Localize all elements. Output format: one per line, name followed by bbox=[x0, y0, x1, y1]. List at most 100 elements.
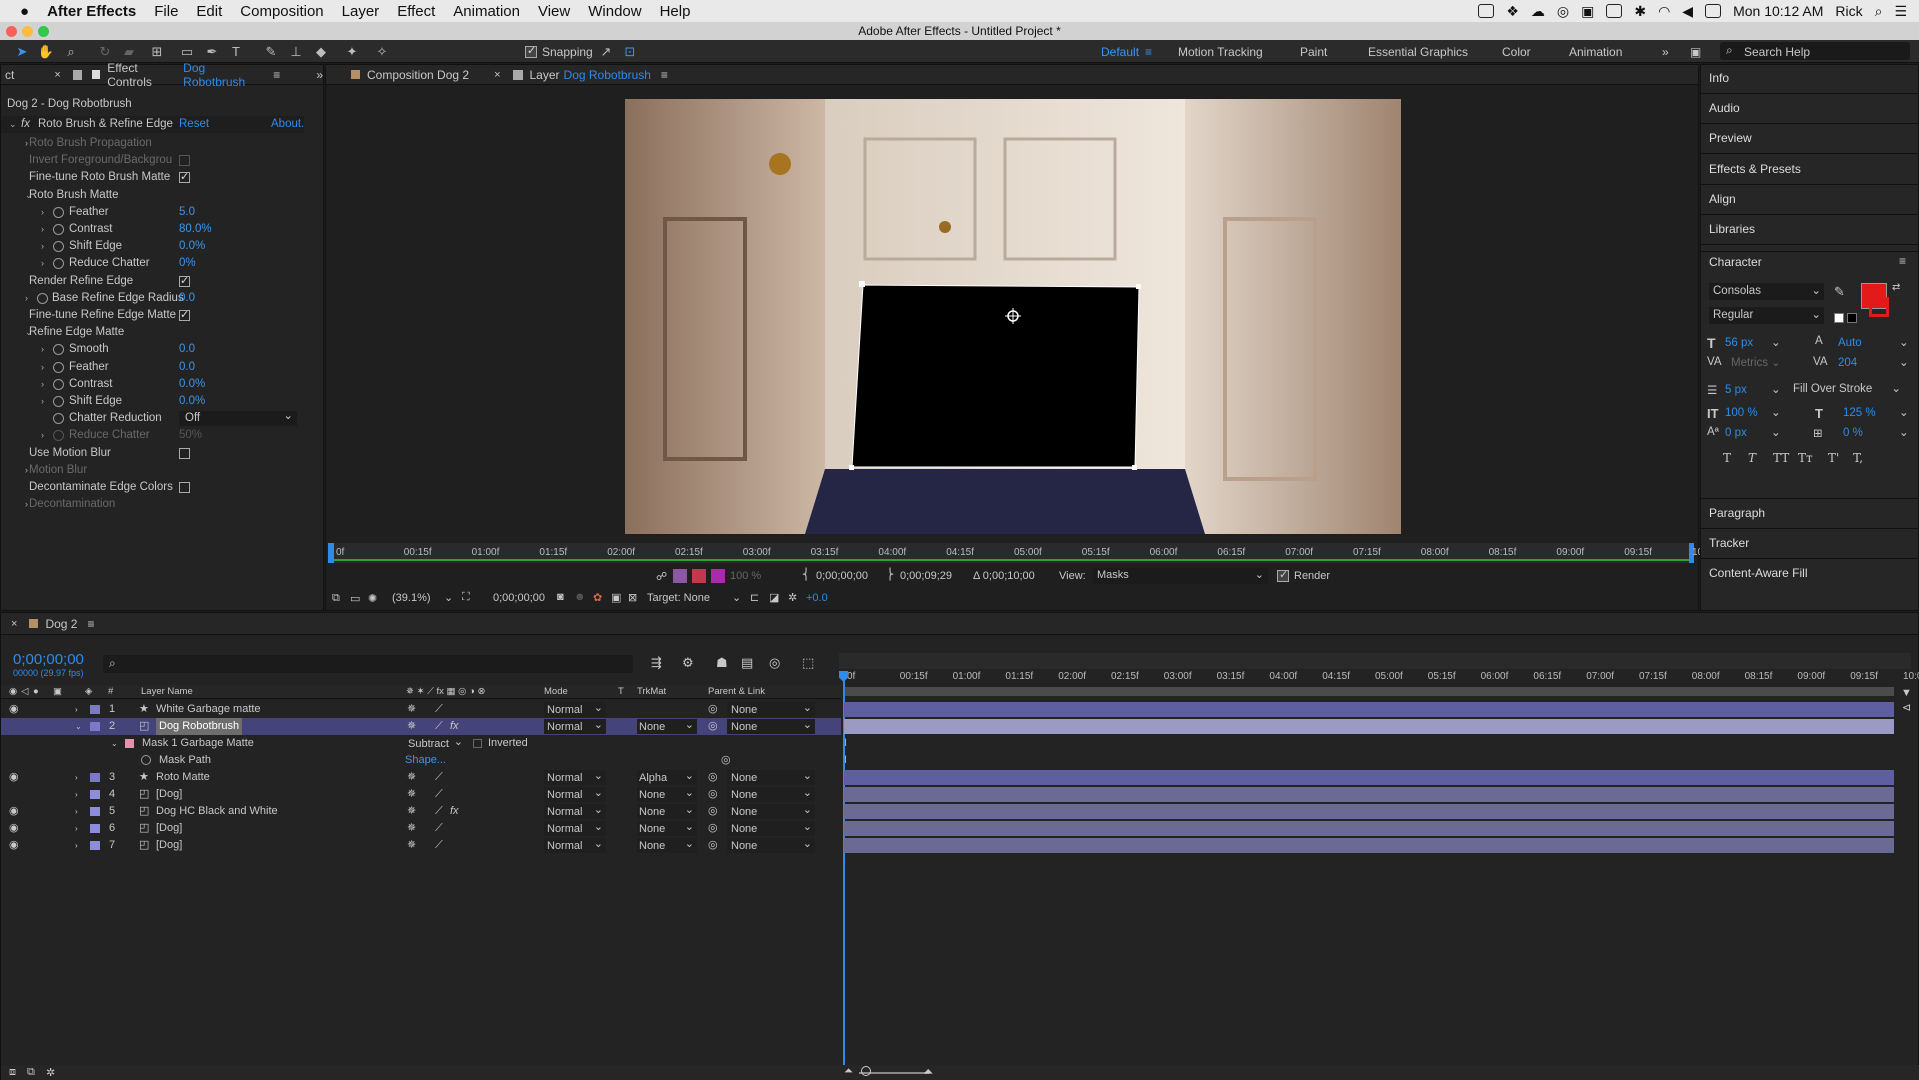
blend-mode-dropdown[interactable]: Normal ⌄ bbox=[544, 770, 606, 785]
kerning-chevron-icon[interactable]: ⌄ bbox=[1771, 355, 1781, 369]
layer-row[interactable]: ◉ › 5 ◰ Dog HC Black and White ✵ ⟋ fx Normal ⌄ Non… bbox=[1, 803, 841, 820]
menu-window[interactable]: Window bbox=[579, 3, 650, 20]
target-dropdown[interactable]: Target: None bbox=[647, 592, 710, 604]
panel-item-paragraph[interactable]: Paragraph bbox=[1701, 498, 1918, 527]
layer-tab-name[interactable]: Dog Robotbrush bbox=[564, 68, 651, 82]
zoom-dropdown[interactable]: (39.1%) bbox=[392, 592, 431, 604]
no-color-swatch[interactable] bbox=[1847, 313, 1857, 323]
parent-dropdown[interactable]: None ⌄ bbox=[727, 804, 815, 819]
label-color-swatch[interactable] bbox=[90, 841, 100, 850]
stroke-width-value[interactable]: 5 px bbox=[1725, 384, 1747, 396]
stopwatch-icon[interactable] bbox=[53, 258, 64, 270]
layer-name-header[interactable]: Layer Name bbox=[141, 685, 193, 699]
effect-property-row[interactable]: › Shift Edge 0.0% bbox=[1, 393, 321, 410]
stopwatch-icon[interactable] bbox=[53, 430, 64, 442]
color-overlay-icon[interactable] bbox=[711, 569, 725, 583]
all-caps-button[interactable]: TT bbox=[1773, 451, 1789, 465]
close-layer-tab-icon[interactable]: × bbox=[494, 69, 500, 81]
twirl-closed-icon[interactable]: › bbox=[75, 837, 78, 854]
exposure-value[interactable]: +0.0 bbox=[806, 592, 828, 604]
comp-end-marker-icon[interactable]: ▼ bbox=[1901, 687, 1912, 699]
kerning-value[interactable]: Metrics bbox=[1731, 357, 1768, 369]
effect-property-row[interactable]: › Decontamination bbox=[1, 496, 321, 513]
parent-dropdown[interactable]: None ⌄ bbox=[727, 702, 815, 717]
tracking-value[interactable]: 204 bbox=[1838, 357, 1857, 369]
stroke-width-chevron-icon[interactable]: ⌄ bbox=[1771, 382, 1781, 396]
eraser-tool-icon[interactable]: ◆ bbox=[312, 43, 330, 60]
blend-mode-dropdown[interactable]: Normal ⌄ bbox=[544, 804, 606, 819]
effect-property-row[interactable]: › Reduce Chatter 0% bbox=[1, 255, 321, 272]
layer-time-ruler[interactable]: 0f 00:15f 01:00f 01:15f 02:00f 02:15f 03:00f 03… bbox=[328, 543, 1711, 563]
collapse-switch-icon[interactable]: ✵ bbox=[407, 803, 416, 820]
menu-effect[interactable]: Effect bbox=[388, 3, 444, 20]
effect-property-checkbox[interactable] bbox=[179, 169, 190, 186]
quality-switch-icon[interactable]: ⟋ bbox=[435, 769, 443, 786]
pick-whip-icon[interactable]: ◎ bbox=[708, 786, 718, 803]
twirl-closed-icon[interactable]: › bbox=[25, 496, 28, 513]
effect-property-value[interactable]: 0.0% bbox=[179, 238, 205, 255]
eye-icon[interactable]: ◉ bbox=[9, 820, 19, 837]
track-matte-dropdown[interactable]: None ⌄ bbox=[637, 787, 697, 802]
mask-pick-whip-icon[interactable]: ◎ bbox=[721, 752, 731, 769]
parent-dropdown[interactable]: None ⌄ bbox=[727, 719, 815, 734]
effect-property-row[interactable]: › Smooth 0.0 bbox=[1, 341, 321, 358]
calendar-icon[interactable] bbox=[1705, 4, 1722, 18]
quality-switch-icon[interactable]: ⟋ bbox=[435, 701, 443, 718]
twirl-closed-icon[interactable]: › bbox=[41, 427, 44, 444]
tsume-chevron-icon[interactable]: ⌄ bbox=[1899, 425, 1909, 439]
stopwatch-icon[interactable] bbox=[53, 378, 64, 390]
lock-header-icon[interactable]: ▣ bbox=[53, 685, 62, 699]
close-window-icon[interactable] bbox=[6, 26, 17, 37]
sync-settings-icon[interactable]: ▣ bbox=[1690, 45, 1701, 59]
snapshot-icon[interactable]: ◙ bbox=[557, 591, 564, 603]
draft-3d-icon[interactable]: ⚙ bbox=[682, 655, 694, 671]
label-color-swatch[interactable] bbox=[90, 705, 100, 714]
parent-dropdown[interactable]: None ⌄ bbox=[727, 770, 815, 785]
panel-menu-icon[interactable]: ≡ bbox=[273, 68, 280, 82]
panel-item-effects-presets[interactable]: Effects & Presets bbox=[1701, 156, 1918, 185]
in-point-time[interactable]: 0;00;00;00 bbox=[816, 570, 868, 582]
collapse-switch-icon[interactable]: ✵ bbox=[407, 820, 416, 837]
effect-property-value[interactable]: 50% bbox=[179, 427, 202, 444]
twirl-closed-icon[interactable]: › bbox=[25, 290, 28, 307]
mask-path-shape[interactable] bbox=[625, 99, 1401, 534]
comp-button-icon[interactable]: ⊲ bbox=[1902, 701, 1911, 714]
effect-property-row[interactable]: Use Motion Blur bbox=[1, 445, 321, 462]
layer-duration-bar[interactable] bbox=[844, 787, 1894, 802]
stopwatch-icon[interactable] bbox=[53, 396, 64, 407]
audio-header-icon[interactable]: ◁ bbox=[21, 685, 28, 699]
quality-switch-icon[interactable]: ⟋ bbox=[435, 786, 443, 803]
motion-blur-icon[interactable]: ◎ bbox=[769, 655, 780, 671]
mask-path-stopwatch-icon[interactable] bbox=[141, 755, 151, 765]
workspace-paint[interactable]: Paint bbox=[1300, 45, 1327, 59]
twirl-closed-icon[interactable]: › bbox=[25, 135, 28, 152]
zoom-tool-icon[interactable]: ⌕ bbox=[62, 43, 80, 60]
workspace-color[interactable]: Color bbox=[1502, 45, 1531, 59]
twirl-closed-icon[interactable]: › bbox=[25, 462, 28, 479]
blend-mode-dropdown[interactable]: Normal ⌄ bbox=[544, 821, 606, 836]
character-menu-icon[interactable]: ≡ bbox=[1899, 254, 1906, 268]
panel-item-content-aware-fill[interactable]: Content-Aware Fill bbox=[1701, 558, 1918, 587]
tsume-value[interactable]: 0 % bbox=[1843, 427, 1863, 439]
zoom-in-icon[interactable]: ⏶ bbox=[923, 1064, 933, 1080]
more-workspaces-icon[interactable]: » bbox=[1662, 45, 1669, 59]
video-switch-header-icon[interactable]: ◉ bbox=[9, 685, 17, 699]
effect-property-row[interactable]: Decontaminate Edge Colors bbox=[1, 479, 321, 496]
selection-tool-icon[interactable]: ➤ bbox=[13, 43, 31, 60]
collapse-switch-icon[interactable]: ✵ bbox=[407, 786, 416, 803]
font-size-value[interactable]: 56 px bbox=[1725, 337, 1753, 349]
timeline-work-area-bar[interactable] bbox=[839, 653, 1911, 669]
mask-path-row[interactable]: Mask Path Shape... ◎ I bbox=[1, 752, 847, 769]
work-area-bar[interactable] bbox=[331, 559, 1689, 561]
effect-property-checkbox[interactable] bbox=[179, 307, 190, 324]
stopwatch-icon[interactable] bbox=[53, 361, 64, 373]
viewer-lock-icon[interactable] bbox=[512, 69, 523, 80]
expand-panel-icon[interactable]: » bbox=[316, 68, 323, 82]
character-panel-title[interactable]: Character bbox=[1709, 255, 1762, 269]
fx-icon[interactable]: fx bbox=[21, 116, 30, 133]
pen-tool-icon[interactable]: ✒ bbox=[203, 43, 221, 60]
snap-options-icon[interactable]: ↗ bbox=[597, 43, 615, 60]
wifi-icon[interactable]: ◠ bbox=[1658, 3, 1670, 20]
panel-item-align[interactable]: Align bbox=[1701, 186, 1918, 215]
vertical-scale-chevron-icon[interactable]: ⌄ bbox=[1771, 405, 1781, 419]
